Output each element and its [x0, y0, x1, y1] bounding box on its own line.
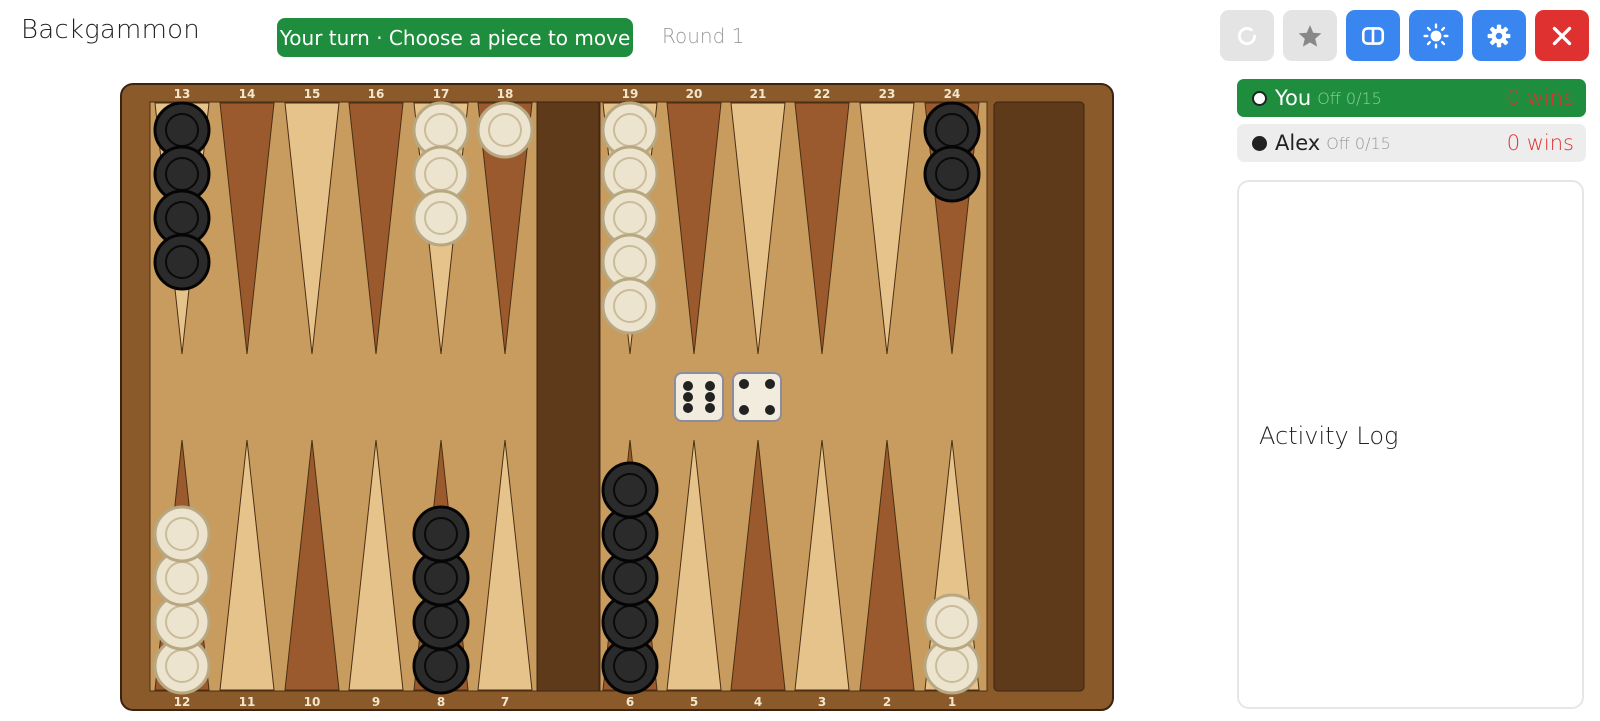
close-icon	[1549, 23, 1575, 49]
point-label: 20	[686, 87, 703, 101]
theme-button[interactable]	[1409, 10, 1463, 61]
die-pip	[739, 379, 749, 389]
point-label: 15	[304, 87, 321, 101]
black-checker	[923, 145, 981, 203]
point-label: 2	[883, 695, 891, 709]
point-label: 19	[622, 87, 639, 101]
player-name: Alex	[1275, 131, 1321, 155]
point-label: 1	[948, 695, 956, 709]
bear-off-tray	[993, 101, 1085, 692]
point-label: 6	[626, 695, 634, 709]
settings-button[interactable]	[1472, 10, 1526, 61]
point-label: 18	[497, 87, 514, 101]
point-label: 9	[372, 695, 380, 709]
board-icon	[1360, 23, 1386, 49]
point-label: 21	[750, 87, 767, 101]
activity-log-title: Activity Log	[1259, 422, 1399, 450]
die-pip	[765, 379, 775, 389]
die-pip	[765, 405, 775, 415]
player-off-count: Off 0/15	[1326, 133, 1391, 153]
star-icon	[1297, 23, 1323, 49]
white-checker	[601, 277, 659, 335]
point-label: 14	[239, 87, 256, 101]
die-pip	[705, 381, 715, 391]
point-label: 7	[501, 695, 509, 709]
board-bar	[536, 101, 600, 692]
black-checker	[412, 505, 470, 563]
backgammon-board: 13 14 15 16 17 18 19 20 21 22 23 2412 11 10 9 8 7 6 5 4 3 2 1	[120, 83, 1114, 711]
black-checker	[153, 233, 211, 291]
player-off-count: Off 0/15	[1317, 88, 1382, 108]
white-checker	[412, 189, 470, 247]
white-checker	[153, 505, 211, 563]
undo-button[interactable]	[1220, 10, 1274, 61]
point-label: 22	[814, 87, 831, 101]
die-pip	[683, 403, 693, 413]
white-checker	[923, 593, 981, 651]
point-label: 5	[690, 695, 698, 709]
point-label: 11	[239, 695, 256, 709]
point-label: 3	[818, 695, 826, 709]
point-label: 8	[437, 695, 445, 709]
sun-icon	[1423, 22, 1449, 49]
white-checker-icon	[1252, 90, 1267, 106]
player-card-you: You Off 0/15 0 wins	[1237, 79, 1586, 117]
die-pip	[739, 405, 749, 415]
white-checker	[476, 101, 534, 159]
point-label: 16	[368, 87, 385, 101]
player-wins: 0 wins	[1506, 131, 1574, 155]
black-checker	[601, 461, 659, 519]
point-label: 10	[304, 695, 321, 709]
point-label: 23	[879, 87, 896, 101]
black-checker-icon	[1252, 135, 1267, 151]
point-label: 17	[433, 87, 450, 101]
point-label: 13	[174, 87, 191, 101]
player-name: You	[1275, 86, 1312, 110]
die-pip	[705, 403, 715, 413]
point-label: 24	[944, 87, 961, 101]
die-pip	[683, 381, 693, 391]
die-pip	[705, 392, 715, 402]
player-card-alex: Alex Off 0/15 0 wins	[1237, 124, 1586, 162]
die-pip	[683, 392, 693, 402]
favorite-button[interactable]	[1283, 10, 1337, 61]
board-view-button[interactable]	[1346, 10, 1400, 61]
player-wins: 0 wins	[1506, 86, 1574, 110]
gear-icon	[1486, 23, 1512, 49]
die	[732, 372, 782, 422]
die	[674, 372, 724, 422]
activity-log-panel[interactable]: Activity Log	[1237, 180, 1584, 709]
point-label: 12	[174, 695, 191, 709]
board-left-half	[149, 101, 538, 692]
undo-icon	[1234, 23, 1260, 49]
close-button[interactable]	[1535, 10, 1589, 61]
point-label: 4	[754, 695, 762, 709]
